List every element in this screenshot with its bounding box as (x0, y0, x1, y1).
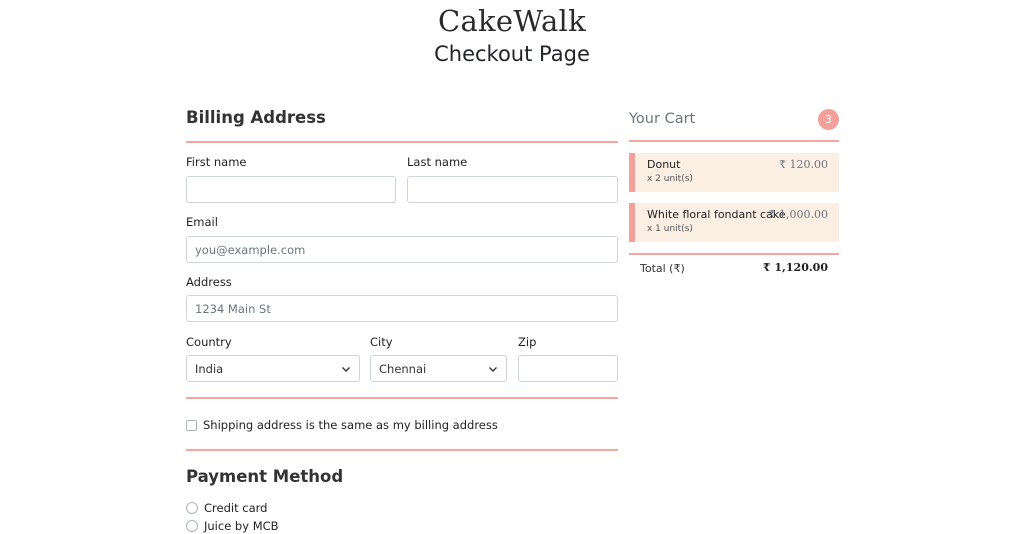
juice-label: Juice by MCB (204, 519, 279, 533)
country-selected-value: India (195, 361, 224, 376)
cart-item-price: ₹ 1,000.00 (768, 208, 828, 221)
same-address-label: Shipping address is the same as my billi… (203, 418, 498, 432)
cart-item-qty: x 1 unit(s) (647, 224, 693, 234)
email-placeholder: you@example.com (195, 242, 306, 257)
cart-item: Donut x 2 unit(s) ₹ 120.00 (629, 153, 839, 192)
cart-item-price: ₹ 120.00 (779, 158, 828, 171)
last-name-label: Last name (407, 155, 468, 169)
country-label: Country (186, 335, 232, 349)
last-name-input[interactable] (407, 176, 618, 203)
payment-heading: Payment Method (186, 467, 344, 486)
cart-item-name: White floral fondant cake (647, 208, 786, 221)
payment-option-juice[interactable]: Juice by MCB (186, 519, 279, 533)
zip-label: Zip (518, 335, 537, 349)
email-input[interactable]: you@example.com (186, 236, 618, 263)
chevron-down-icon (488, 364, 498, 374)
credit-card-radio[interactable] (186, 502, 198, 514)
billing-heading: Billing Address (186, 108, 326, 127)
cart-divider (629, 140, 839, 142)
cart-total-label: Total (₹) (640, 262, 685, 275)
payment-divider (186, 449, 618, 451)
cart-total-value: ₹ 1,120.00 (762, 261, 828, 274)
juice-radio[interactable] (186, 520, 198, 532)
same-address-row[interactable]: Shipping address is the same as my billi… (186, 418, 498, 432)
address-input[interactable]: 1234 Main St (186, 295, 618, 322)
first-name-label: First name (186, 155, 247, 169)
credit-card-label: Credit card (204, 501, 268, 515)
payment-option-credit-card[interactable]: Credit card (186, 501, 267, 515)
shipping-divider (186, 397, 618, 399)
billing-section: Billing Address First name Last name Ema… (186, 108, 618, 533)
billing-divider (186, 141, 618, 143)
city-selected-value: Chennai (379, 361, 427, 376)
zip-input[interactable] (518, 355, 618, 382)
cart-count-badge: 3 (818, 109, 839, 130)
address-placeholder: 1234 Main St (195, 301, 271, 316)
page-title: Checkout Page (434, 42, 590, 66)
first-name-input[interactable] (186, 176, 396, 203)
cart-total-divider (629, 253, 839, 255)
email-label: Email (186, 215, 218, 229)
cart-item-qty: x 2 unit(s) (647, 174, 693, 184)
chevron-down-icon (341, 364, 351, 374)
brand-logo-text: CakeWalk (437, 4, 587, 38)
city-label: City (370, 335, 393, 349)
address-label: Address (186, 275, 232, 289)
country-select[interactable]: India (186, 355, 360, 382)
cart-item-name: Donut (647, 158, 681, 171)
cart-title: Your Cart (629, 111, 696, 127)
same-address-checkbox[interactable] (186, 419, 197, 431)
cart-item: White floral fondant cake x 1 unit(s) ₹ … (629, 203, 839, 242)
city-select[interactable]: Chennai (370, 355, 507, 382)
